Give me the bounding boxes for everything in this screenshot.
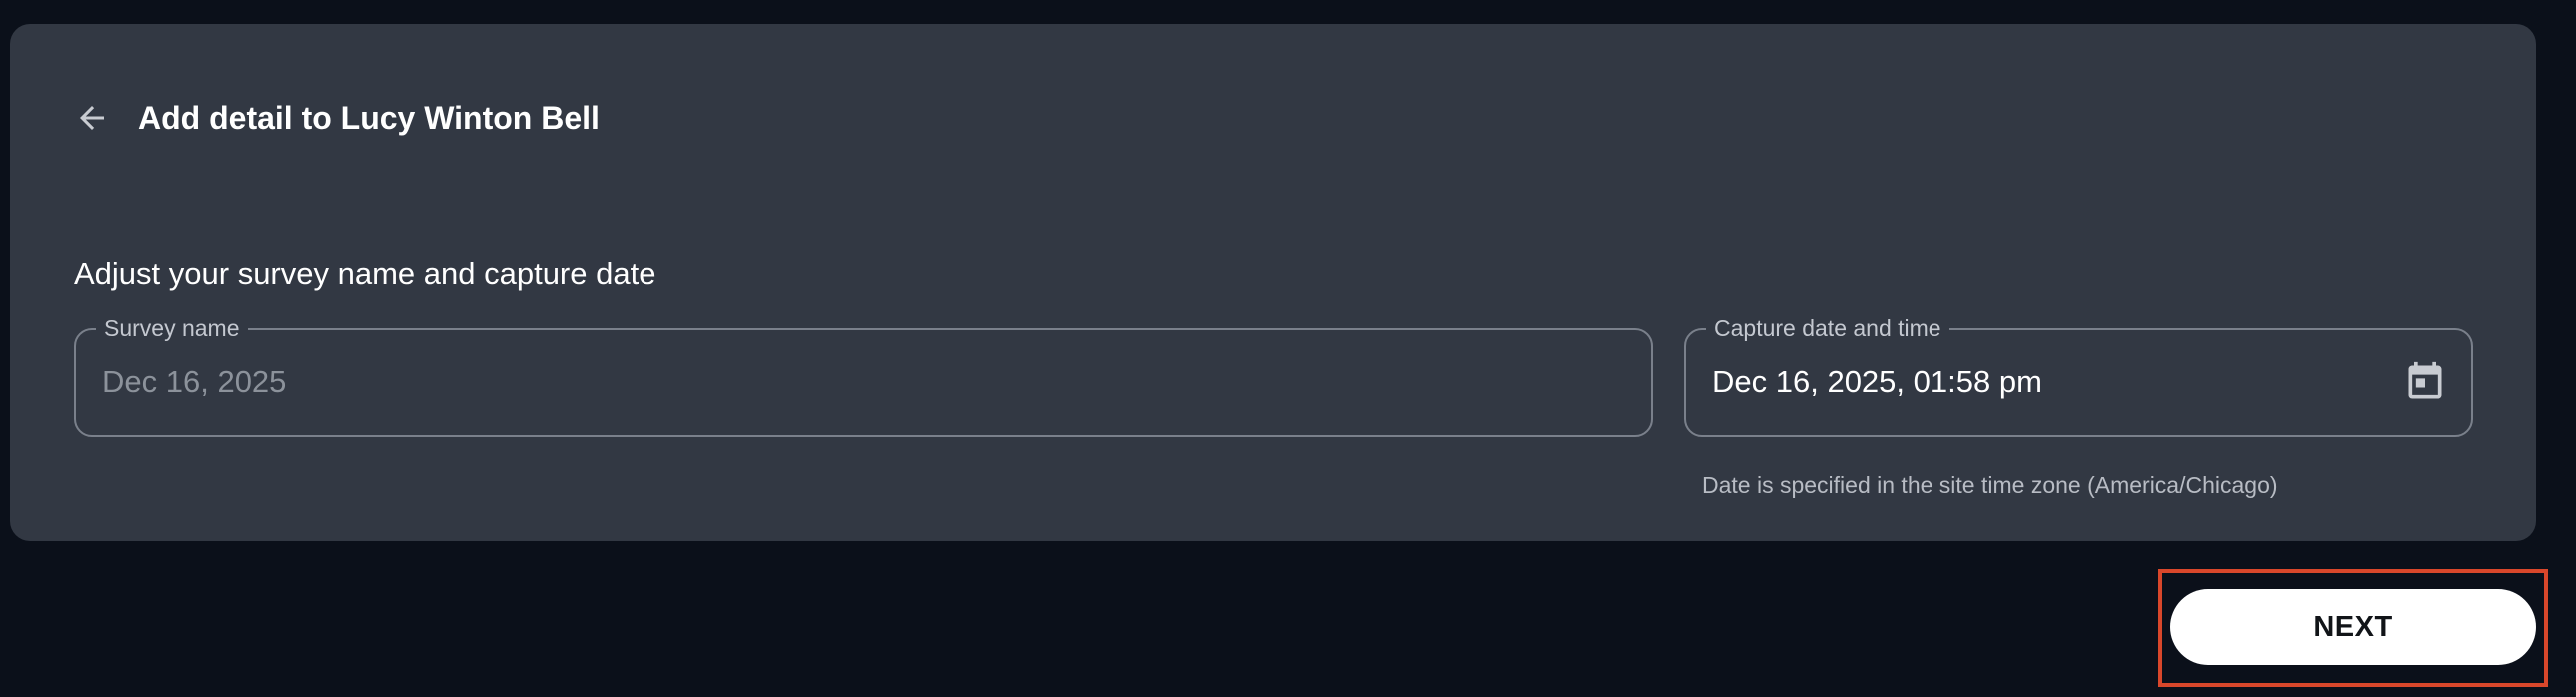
survey-name-input[interactable]: Dec 16, 2025	[102, 330, 286, 435]
next-button[interactable]: NEXT	[2170, 589, 2536, 665]
capture-date-field[interactable]: Capture date and time Dec 16, 2025, 01:5…	[1684, 312, 2473, 437]
calendar-icon	[2408, 361, 2442, 399]
timezone-helper-text: Date is specified in the site time zone …	[1702, 472, 2278, 498]
page-title: Add detail to Lucy Winton Bell	[138, 100, 600, 136]
detail-card: Add detail to Lucy Winton Bell Adjust yo…	[10, 24, 2536, 541]
arrow-left-icon	[80, 106, 104, 130]
survey-name-field[interactable]: Survey name Dec 16, 2025	[74, 312, 1653, 437]
calendar-button[interactable]	[2399, 356, 2451, 408]
section-title: Adjust your survey name and capture date	[74, 256, 656, 291]
capture-date-input[interactable]: Dec 16, 2025, 01:58 pm	[1712, 330, 2042, 435]
back-button[interactable]	[60, 86, 124, 150]
